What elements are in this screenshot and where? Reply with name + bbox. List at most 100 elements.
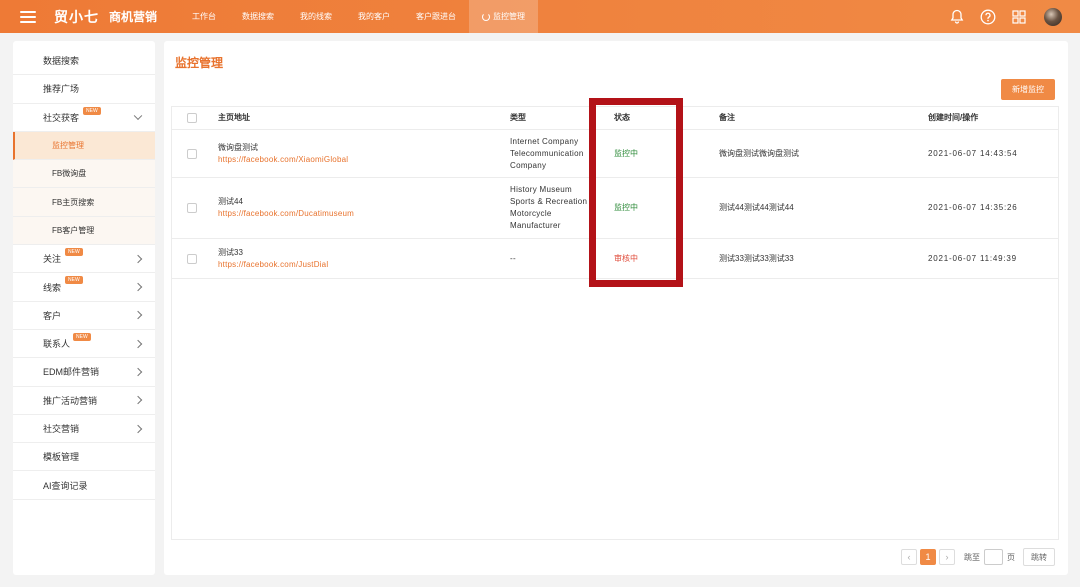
sidebar-item-social-marketing[interactable]: 社交营销 xyxy=(13,415,155,444)
avatar[interactable] xyxy=(1044,7,1062,26)
sidebar-item-label: FB主页搜索 xyxy=(52,197,95,207)
sidebar-item-label: 监控管理 xyxy=(52,141,84,151)
grid-icon[interactable] xyxy=(1012,9,1026,24)
chevron-right-icon xyxy=(133,424,143,433)
sidebar-item-templates[interactable]: 模板管理 xyxy=(13,443,155,472)
nav-my-leads[interactable]: 我的线索 xyxy=(287,0,345,33)
bell-icon[interactable] xyxy=(950,9,964,24)
sidebar-item-label: 社交获客 xyxy=(43,112,80,123)
type-line: Company xyxy=(510,160,547,170)
chevron-down-icon xyxy=(133,111,143,121)
sidebar-item-label: 线索 xyxy=(43,282,62,293)
page-url-link[interactable]: https://facebook.com/XiaomiGlobal xyxy=(218,154,348,166)
chevron-right-icon xyxy=(133,282,143,292)
sidebar-item-label: 联系人 xyxy=(43,339,71,350)
sidebar-item-label: EDM邮件营销 xyxy=(43,367,99,378)
go-button[interactable]: 跳转 xyxy=(1023,548,1055,566)
add-monitor-button[interactable]: 新增监控 xyxy=(1001,79,1055,100)
prev-page-button[interactable]: ‹ xyxy=(901,549,917,565)
nav-workbench[interactable]: 工作台 xyxy=(179,0,229,33)
note-cell: 微询盘测试微询盘测试 xyxy=(719,148,799,158)
table-row: 测试44 https://facebook.com/Ducatimuseum H… xyxy=(172,178,1058,239)
sidebar-item-label: 客户 xyxy=(43,310,62,321)
sidebar-item-label: 社交营销 xyxy=(43,424,80,434)
sidebar-item-label: FB微询盘 xyxy=(52,169,87,179)
type-cell: Internet Company Telecommunication Compa… xyxy=(510,130,584,177)
top-bar: 贸小七 商机营销 工作台 数据搜索 我的线索 我的客户 客户跟进台 监控管理 xyxy=(0,0,1080,33)
note-cell: 测试33测试33测试33 xyxy=(719,253,794,263)
nav-my-customers[interactable]: 我的客户 xyxy=(345,0,403,33)
page-name: 测试33 xyxy=(218,247,243,257)
next-page-button[interactable]: › xyxy=(939,549,955,565)
page-title: 监控管理 xyxy=(175,56,224,70)
nav-data-search[interactable]: 数据搜索 xyxy=(229,0,287,33)
sidebar-item-label: 数据搜索 xyxy=(43,56,80,67)
col-header-created: 创建时间/操作 xyxy=(928,113,979,122)
url-cell: 微询盘测试 https://facebook.com/XiaomiGlobal xyxy=(218,130,348,177)
sidebar-item-promotion[interactable]: 推广活动营销 xyxy=(13,387,155,415)
page-url-link[interactable]: https://facebook.com/Ducatimuseum xyxy=(218,208,354,220)
sidebar-item-label: AI查询记录 xyxy=(43,480,88,491)
url-cell: 测试44 https://facebook.com/Ducatimuseum xyxy=(218,178,354,238)
table-header: 主页地址 类型 状态 备注 创建时间/操作 xyxy=(172,107,1058,130)
col-header-type: 类型 xyxy=(510,113,526,122)
page-number-button[interactable]: 1 xyxy=(920,549,936,565)
menu-icon[interactable] xyxy=(20,10,36,23)
page-name: 测试44 xyxy=(218,197,243,206)
type-cell: History Museum Sports & Recreation Motor… xyxy=(510,178,587,238)
page-url-link[interactable]: https://facebook.com/JustDial xyxy=(218,259,328,271)
type-line: Telecommunication xyxy=(510,148,584,158)
product-name: 商机营销 xyxy=(109,10,158,24)
col-header-status: 状态 xyxy=(614,113,630,122)
sidebar-item-fb-inquiry[interactable]: FB微询盘 xyxy=(13,160,155,189)
note-cell: 测试44测试44测试44 xyxy=(719,203,794,212)
row-checkbox[interactable] xyxy=(187,148,197,159)
goto-label: 跳至 xyxy=(964,552,980,562)
row-checkbox[interactable] xyxy=(187,253,197,264)
nav-monitor-label: 监控管理 xyxy=(493,12,526,21)
sidebar-item-leads[interactable]: 线索 NEW xyxy=(13,273,155,302)
sidebar-item-fb-customer[interactable]: FB客户管理 xyxy=(13,216,155,246)
select-all-checkbox[interactable] xyxy=(187,113,197,123)
sidebar-item-ai-query[interactable]: AI查询记录 xyxy=(13,471,155,500)
sidebar-item-edm[interactable]: EDM邮件营销 xyxy=(13,358,155,387)
top-nav: 工作台 数据搜索 我的线索 我的客户 客户跟进台 监控管理 xyxy=(179,0,539,33)
nav-monitor-management[interactable]: 监控管理 xyxy=(469,0,539,33)
status-badge: 监控中 xyxy=(614,203,638,212)
col-header-url: 主页地址 xyxy=(218,113,250,122)
page-name: 微询盘测试 xyxy=(218,142,258,152)
sidebar-item-label: 模板管理 xyxy=(43,452,80,463)
sidebar-item-fb-page-search[interactable]: FB主页搜索 xyxy=(13,188,155,217)
col-header-note: 备注 xyxy=(719,113,735,122)
nav-customer-followup[interactable]: 客户跟进台 xyxy=(403,0,469,33)
sidebar-item-social-acquisition[interactable]: 社交获客 NEW xyxy=(13,104,155,132)
sidebar-item-contacts[interactable]: 联系人 NEW xyxy=(13,330,155,359)
status-badge: 审核中 xyxy=(614,253,638,263)
chevron-right-icon xyxy=(133,367,143,377)
table-row: 微询盘测试 https://facebook.com/XiaomiGlobal … xyxy=(172,130,1058,178)
sidebar-item-customers[interactable]: 客户 xyxy=(13,302,155,330)
type-cell: -- xyxy=(510,239,516,278)
help-icon[interactable] xyxy=(980,9,996,25)
sidebar-item-monitor-management[interactable]: 监控管理 xyxy=(13,131,155,161)
new-badge: NEW xyxy=(83,106,101,115)
url-cell: 测试33 https://facebook.com/JustDial xyxy=(218,239,328,278)
type-line: Manufacturer xyxy=(510,221,561,230)
brand-logo: 贸小七 xyxy=(54,8,99,25)
sidebar-item-follow[interactable]: 关注 NEW xyxy=(13,245,155,274)
sidebar-item-label: 推荐广场 xyxy=(43,84,80,95)
row-checkbox[interactable] xyxy=(187,203,197,213)
chevron-right-icon xyxy=(133,339,143,348)
top-icons xyxy=(934,0,1062,33)
chevron-right-icon xyxy=(133,395,143,405)
pagination: ‹ 1 › 跳至 页 跳转 xyxy=(898,548,1055,566)
sidebar-item-label: 关注 xyxy=(43,254,62,265)
sidebar-item-recommend[interactable]: 推荐广场 xyxy=(13,75,155,104)
sidebar-item-data-search[interactable]: 数据搜索 xyxy=(13,47,155,76)
monitor-table: 主页地址 类型 状态 备注 创建时间/操作 微询盘测试 https://face… xyxy=(171,106,1059,540)
chevron-right-icon xyxy=(133,311,143,320)
chevron-right-icon xyxy=(133,254,143,263)
table-row: 测试33 https://facebook.com/JustDial -- 审核… xyxy=(172,239,1058,279)
new-badge: NEW xyxy=(73,332,91,341)
page-input[interactable] xyxy=(984,549,1003,565)
